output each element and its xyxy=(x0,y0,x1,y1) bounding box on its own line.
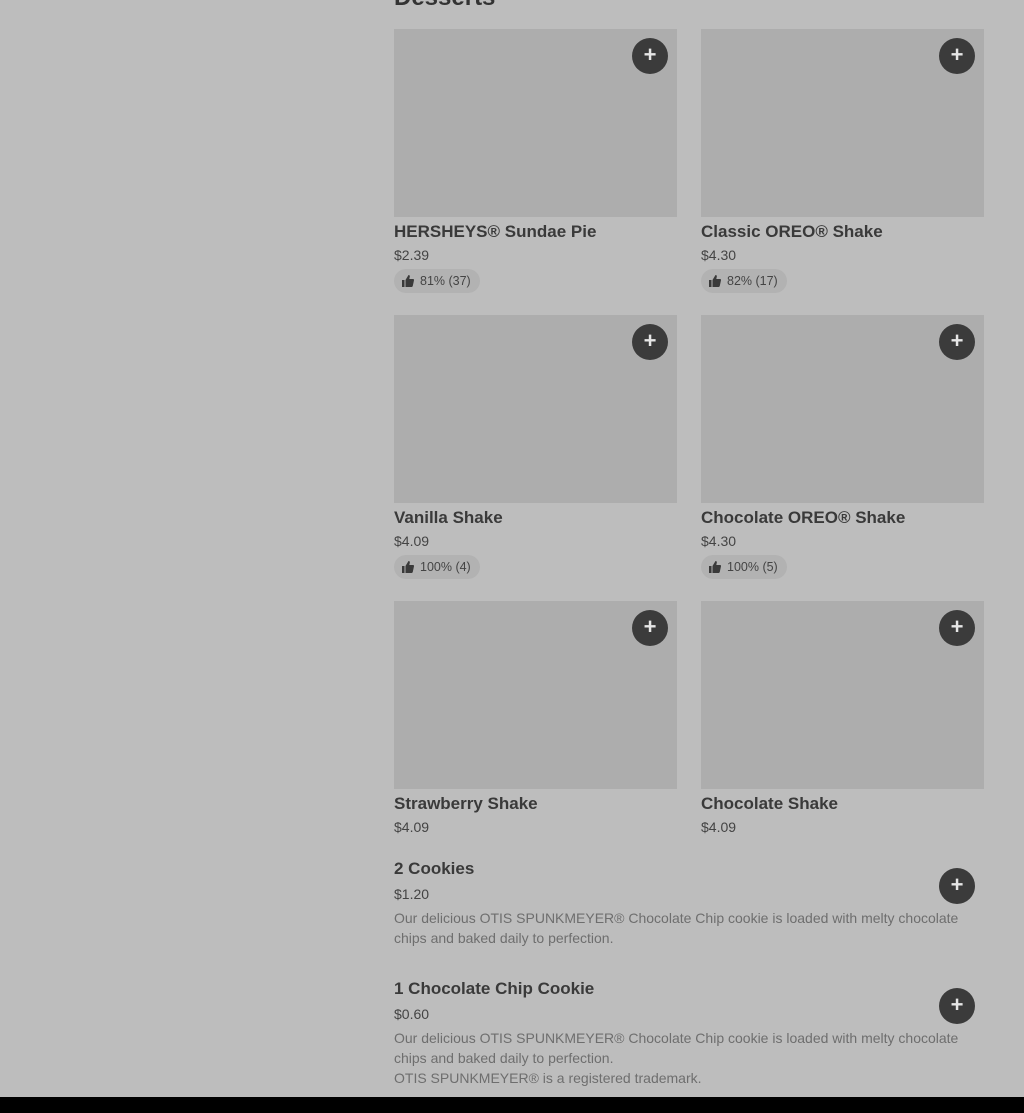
item-description: Our delicious OTIS SPUNKMEYER® Chocolate… xyxy=(394,910,959,946)
rating-badge: 100% (4) xyxy=(394,555,480,579)
thumbs-up-icon xyxy=(709,275,721,287)
add-item-button[interactable]: + xyxy=(939,988,975,1024)
plus-icon: + xyxy=(950,872,964,897)
item-price: $4.30 xyxy=(701,533,737,549)
plus-icon: + xyxy=(950,614,964,639)
item-price: $4.09 xyxy=(394,819,430,835)
plus-icon: + xyxy=(950,992,964,1017)
menu-item-card[interactable]: + Classic OREO® Shake $4.30 82% (17) xyxy=(701,29,984,293)
item-name[interactable]: Chocolate OREO® Shake xyxy=(701,507,984,529)
item-name[interactable]: 1 Chocolate Chip Cookie xyxy=(394,978,984,1000)
item-name[interactable]: Vanilla Shake xyxy=(394,507,677,529)
item-image[interactable]: + xyxy=(394,601,677,789)
add-item-button[interactable]: + xyxy=(632,324,668,360)
plus-icon: + xyxy=(950,42,964,67)
rating-text: 82% (17) xyxy=(727,274,778,288)
menu-list-item[interactable]: 2 Cookies $1.20 Our delicious OTIS SPUNK… xyxy=(394,858,984,948)
item-trademark-note: OTIS SPUNKMEYER® is a registered tradema… xyxy=(394,1070,702,1086)
menu-item-card[interactable]: + Strawberry Shake $4.09 xyxy=(394,601,677,836)
add-item-button[interactable]: + xyxy=(632,38,668,74)
rating-text: 100% (4) xyxy=(420,560,471,574)
add-item-button[interactable]: + xyxy=(939,868,975,904)
add-item-button[interactable]: + xyxy=(939,324,975,360)
plus-icon: + xyxy=(643,42,657,67)
menu-item-card[interactable]: + Chocolate OREO® Shake $4.30 100% (5) xyxy=(701,315,984,579)
rating-text: 81% (37) xyxy=(420,274,471,288)
plus-icon: + xyxy=(950,328,964,353)
menu-item-card[interactable]: + Vanilla Shake $4.09 100% (4) xyxy=(394,315,677,579)
plus-icon: + xyxy=(643,328,657,353)
item-image[interactable]: + xyxy=(394,315,677,503)
rating-badge: 100% (5) xyxy=(701,555,787,579)
item-image[interactable]: + xyxy=(701,315,984,503)
menu-item-card[interactable]: + HERSHEYS® Sundae Pie $2.39 81% (37) xyxy=(394,29,677,293)
item-price: $1.20 xyxy=(394,886,430,902)
thumbs-up-icon xyxy=(402,561,414,573)
item-name[interactable]: 2 Cookies xyxy=(394,858,984,880)
thumbs-up-icon xyxy=(709,561,721,573)
section-title: Desserts xyxy=(394,0,495,10)
item-name[interactable]: Strawberry Shake xyxy=(394,793,677,815)
item-price: $4.09 xyxy=(701,819,737,835)
rating-badge: 82% (17) xyxy=(701,269,787,293)
menu-item-card[interactable]: + Chocolate Shake $4.09 xyxy=(701,601,984,836)
item-price: $4.09 xyxy=(394,533,430,549)
bottom-bar xyxy=(0,1097,1024,1113)
item-image[interactable]: + xyxy=(701,601,984,789)
item-image[interactable]: + xyxy=(701,29,984,217)
item-name[interactable]: HERSHEYS® Sundae Pie xyxy=(394,221,677,243)
item-name[interactable]: Chocolate Shake xyxy=(701,793,984,815)
rating-badge: 81% (37) xyxy=(394,269,480,293)
item-price: $0.60 xyxy=(394,1006,430,1022)
item-price: $2.39 xyxy=(394,247,430,263)
thumbs-up-icon xyxy=(402,275,414,287)
item-image[interactable]: + xyxy=(394,29,677,217)
menu-list-item[interactable]: 1 Chocolate Chip Cookie $0.60 Our delici… xyxy=(394,978,984,1088)
item-name[interactable]: Classic OREO® Shake xyxy=(701,221,984,243)
add-item-button[interactable]: + xyxy=(632,610,668,646)
item-description: Our delicious OTIS SPUNKMEYER® Chocolate… xyxy=(394,1030,959,1066)
add-item-button[interactable]: + xyxy=(939,610,975,646)
item-price: $4.30 xyxy=(701,247,737,263)
rating-text: 100% (5) xyxy=(727,560,778,574)
plus-icon: + xyxy=(643,614,657,639)
add-item-button[interactable]: + xyxy=(939,38,975,74)
